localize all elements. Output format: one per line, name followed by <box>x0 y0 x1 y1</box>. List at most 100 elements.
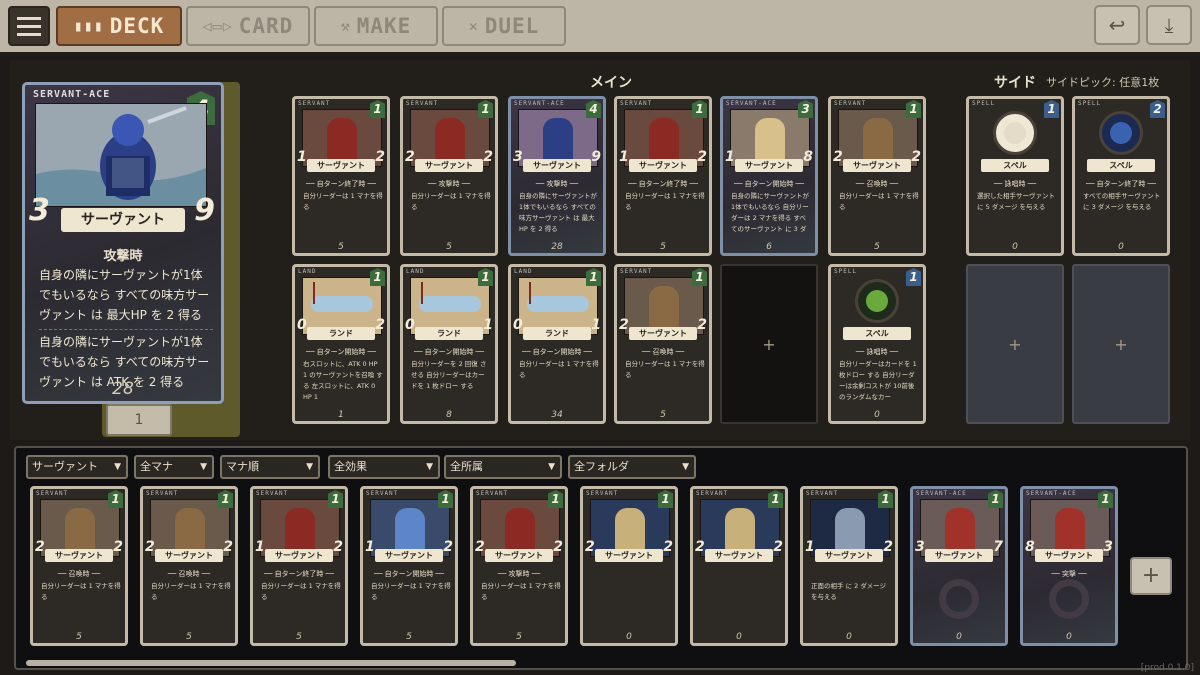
hamburger-menu-button[interactable] <box>8 6 50 46</box>
card-keyword: ── 召喚時 ── <box>855 180 899 188</box>
card[interactable]: SERVANT-ACE 4 3 9 サーヴァント ── 攻撃時 ── 自身の隣にサーヴァント… <box>508 96 606 256</box>
card[interactable]: LAND 1 0 1 ランド ── 自ターン開始時 ── 自分リーダーを 2 回復 させる … <box>400 264 498 424</box>
card-type: SERVANT-ACE <box>916 490 967 497</box>
card[interactable]: SERVANT 1 2 2 サーヴァント ── 攻撃時 ── 自分リーダーは 1 マナを得る… <box>470 486 568 646</box>
tab-duel[interactable]: ✕ DUEL <box>442 6 566 46</box>
mana-cost: 1 <box>906 268 921 286</box>
card[interactable]: LAND 1 0 2 ランド ── 自ターン開始時 ── 右スロットに、ATK 0 HP 1… <box>292 264 390 424</box>
card-type: SERVANT <box>620 268 653 275</box>
card-keyword: ── 自ターン開始時 ── <box>306 348 376 356</box>
filter-dropdown[interactable]: マナ順 ▼ <box>220 455 320 479</box>
card[interactable]: SERVANT 1 2 2 サーヴァント ── 召喚時 ── 自分リーダーは 1 マナを得る… <box>614 264 712 424</box>
version-label: [prod 0.1.0] <box>1140 663 1194 673</box>
mana-cost: 1 <box>478 268 493 286</box>
card-hp: 2 <box>375 149 385 165</box>
card-type: SPELL <box>972 100 996 107</box>
card[interactable]: SERVANT 1 2 2 サーヴァント ── 攻撃時 ── 自分リーダーは 1 マナを得る… <box>400 96 498 256</box>
add-card-button[interactable]: + <box>1130 557 1172 595</box>
tab-card[interactable]: ◁▭▷ CARD <box>186 6 310 46</box>
card-type: SERVANT-ACE <box>726 100 777 107</box>
card-keyword: ── 自ターン終了時 ── <box>1086 180 1156 188</box>
filter-dropdown[interactable]: 全効果 ▼ <box>328 455 440 479</box>
tab-make[interactable]: ⚒ MAKE <box>314 6 438 46</box>
mana-cost: 1 <box>218 490 233 508</box>
card-name: サーヴァント <box>815 549 883 562</box>
mana-cost: 3 <box>798 100 813 118</box>
card-name: ランド <box>523 327 591 340</box>
card-count: 5 <box>874 242 880 252</box>
card-type: SERVANT <box>256 490 289 497</box>
download-icon: ⤓ <box>1164 13 1174 37</box>
card-type: SERVANT <box>406 100 439 107</box>
card-keyword: ── 突撃 ── <box>1051 570 1087 578</box>
card-count: 5 <box>660 242 666 252</box>
card[interactable]: SERVANT-ACE 3 1 8 サーヴァント ── 自ターン開始時 ── 自身の隣にサー… <box>720 96 818 256</box>
mana-cost: 1 <box>692 100 707 118</box>
card-name: サーヴァント <box>375 549 443 562</box>
back-icon: ↩ <box>1108 13 1126 37</box>
card[interactable]: SERVANT 1 2 2 サーヴァント ── 召喚時 ── 自分リーダーは 1 マナを得る… <box>828 96 926 256</box>
card[interactable]: SERVANT-ACE 1 8 3 サーヴァント ── 突撃 ── 0 <box>1020 486 1118 646</box>
card-hp: 2 <box>697 317 707 333</box>
card[interactable]: SERVANT-ACE 1 3 7 サーヴァント 0 <box>910 486 1008 646</box>
card[interactable]: SERVANT 1 1 2 サーヴァント ── 自ターン終了時 ── 自分リーダーは 1 マ… <box>250 486 348 646</box>
card-atk: 2 <box>475 539 485 555</box>
card-count: 0 <box>736 632 742 642</box>
empty-side-slot[interactable]: + <box>966 264 1064 424</box>
filter-dropdown[interactable]: サーヴァント ▼ <box>26 455 128 479</box>
card-name: サーヴァント <box>415 159 483 172</box>
card[interactable]: SERVANT 1 1 2 サーヴァント ── 自ターン開始時 ── 自分リーダーは 1 マ… <box>360 486 458 646</box>
chevron-down-icon: ▼ <box>682 462 689 472</box>
card-keyword: ── 攻撃時 ── <box>427 180 471 188</box>
card[interactable]: SERVANT 1 2 2 サーヴァント ── 召喚時 ── 自分リーダーは 1 マナを得る… <box>140 486 238 646</box>
download-button[interactable]: ⤓ <box>1146 5 1192 45</box>
card-hp: 2 <box>333 539 343 555</box>
card[interactable]: SPELL 1 スペル ── 詠唱時 ── 自分リーダーはカードを 1 枚ドロー する … <box>828 264 926 424</box>
card-description: 自分リーダーは 1 マナを得る <box>411 192 491 211</box>
card-name: サーヴァント <box>735 159 803 172</box>
tab-deck[interactable]: ▮▮▮ DECK <box>56 6 182 46</box>
card[interactable]: SERVANT 1 2 2 サーヴァント ── 召喚時 ── 自分リーダーは 1 マナを得る… <box>30 486 128 646</box>
blue-knight-art <box>36 104 206 206</box>
card-hp: 8 <box>803 149 813 165</box>
empty-card-slot[interactable]: + <box>720 264 818 424</box>
card-hp: 2 <box>223 539 233 555</box>
filter-dropdown[interactable]: 全フォルダ ▼ <box>568 455 696 479</box>
card-count: 0 <box>956 632 962 642</box>
card-count: 5 <box>516 632 522 642</box>
side-section-label: サイド <box>994 75 1036 91</box>
side-pick-note: サイドピック: 任意1枚 <box>1046 76 1160 89</box>
filter-label: 全効果 <box>334 460 367 473</box>
card-hp: 2 <box>883 539 893 555</box>
filter-dropdown[interactable]: 全マナ ▼ <box>134 455 214 479</box>
card-keyword: ── 自ターン終了時 ── <box>264 570 334 578</box>
back-button[interactable]: ↩ <box>1094 5 1140 45</box>
filter-label: 全所属 <box>450 460 483 473</box>
card-atk: 3 <box>513 149 523 165</box>
card-description: 自分リーダーはカードを 1 枚ドロー する 自分リーダーは余剰コストが 10前後… <box>839 360 917 401</box>
card-hp: 7 <box>993 539 1003 555</box>
horizontal-scrollbar[interactable] <box>26 660 516 666</box>
card[interactable]: SERVANT 1 2 2 サーヴァント 0 <box>690 486 788 646</box>
card-name: ランド <box>307 327 375 340</box>
card-count: 0 <box>626 632 632 642</box>
card-hp: 9 <box>194 193 215 228</box>
card-keyword: ── 召喚時 ── <box>57 570 101 578</box>
card[interactable]: SERVANT 1 2 2 サーヴァント 0 <box>580 486 678 646</box>
card-hp: 1 <box>591 317 601 333</box>
card-type: SERVANT-ACE <box>1026 490 1077 497</box>
card[interactable]: SPELL 2 スペル ── 自ターン終了時 ── すべての相手サーヴァントに 3 ダメ… <box>1072 96 1170 256</box>
deck-icon: ▮▮▮ <box>73 17 104 35</box>
filter-dropdown[interactable]: 全所属 ▼ <box>444 455 562 479</box>
deck-count-badge[interactable]: 1 <box>106 404 172 436</box>
card[interactable]: SPELL 1 スペル ── 詠唱時 ── 選択した相手サーヴァントに 5 ダメージ を… <box>966 96 1064 256</box>
card[interactable]: SERVANT 1 1 2 サーヴァント ── 自ターン終了時 ── 自分リーダーは 1 マ… <box>292 96 390 256</box>
card[interactable]: LAND 1 0 1 ランド ── 自ターン開始時 ── 自分リーダーは 1 マナを得る 34 <box>508 264 606 424</box>
card[interactable]: SERVANT 1 1 2 サーヴァント ── 自ターン終了時 ── 自分リーダーは 1 マ… <box>614 96 712 256</box>
card-type: SERVANT <box>620 100 653 107</box>
card-count: 5 <box>660 410 666 420</box>
card[interactable]: SERVANT 1 1 2 サーヴァント 正面の相手 に 2 ダメージ を与える 0 <box>800 486 898 646</box>
card-atk: 0 <box>405 317 415 333</box>
card-count: 5 <box>296 632 302 642</box>
empty-side-slot[interactable]: + <box>1072 264 1170 424</box>
